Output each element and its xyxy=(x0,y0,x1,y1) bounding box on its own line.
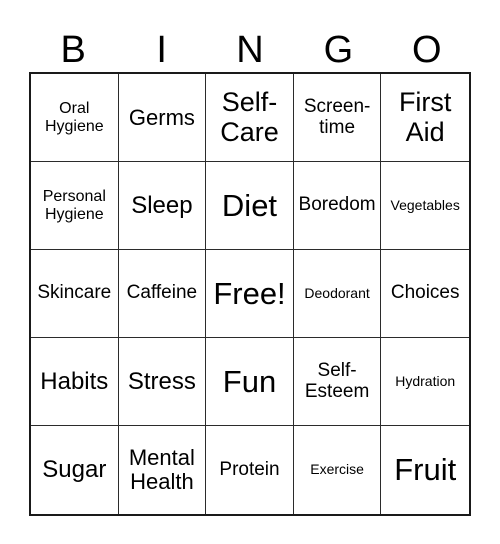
bingo-cell[interactable]: Caffeine xyxy=(118,250,207,338)
bingo-cell-label: Skincare xyxy=(37,282,112,304)
bingo-cell-label: Diet xyxy=(221,187,278,223)
bingo-cell[interactable]: Vegetables xyxy=(381,162,469,250)
bingo-cell[interactable]: Protein xyxy=(206,426,294,514)
bingo-cell-label: Stress xyxy=(127,367,196,395)
bingo-cell[interactable]: Stress xyxy=(118,338,207,426)
bingo-cell-label: Vegetables xyxy=(390,196,460,213)
bingo-cell[interactable]: Fruit xyxy=(381,426,469,514)
bingo-cell-label: Free! xyxy=(213,275,286,311)
bingo-cell-label: Caffeine xyxy=(126,282,198,304)
bingo-cell[interactable]: Oral Hygiene xyxy=(31,74,119,162)
bingo-cell[interactable]: Free! xyxy=(206,250,294,338)
header-letter-b: B xyxy=(60,29,86,71)
bingo-cell-label: First Aid xyxy=(398,87,452,147)
bingo-cell-label: Habits xyxy=(40,367,109,395)
bingo-cell[interactable]: Germs xyxy=(118,74,207,162)
bingo-cell[interactable]: Diet xyxy=(206,162,294,250)
bingo-cell[interactable]: Personal Hygiene xyxy=(31,162,119,250)
bingo-cell-label: Exercise xyxy=(310,461,364,478)
bingo-cell[interactable]: Boredom xyxy=(293,162,382,250)
header-letter-o: O xyxy=(412,29,442,71)
header-letter-g: G xyxy=(323,29,354,71)
header-letter-n: N xyxy=(236,29,264,71)
bingo-cell[interactable]: Self- Esteem xyxy=(293,338,382,426)
bingo-cell-label: Germs xyxy=(128,104,195,130)
bingo-cell[interactable]: Deodorant xyxy=(293,250,382,338)
bingo-cell-label: Screen- time xyxy=(303,95,371,138)
bingo-cell[interactable]: Sugar xyxy=(31,426,119,514)
bingo-cell-label: Personal Hygiene xyxy=(42,188,106,223)
bingo-cell-label: Mental Health xyxy=(128,445,195,494)
bingo-cell-label: Fun xyxy=(222,363,277,399)
bingo-cell-label: Self- Care xyxy=(220,87,279,147)
bingo-cell[interactable]: Self- Care xyxy=(206,74,294,162)
bingo-cell-label: Sleep xyxy=(131,191,193,219)
bingo-cell-label: Protein xyxy=(219,458,280,480)
bingo-cell-label: Fruit xyxy=(394,452,457,488)
bingo-cell-label: Self- Esteem xyxy=(304,359,370,402)
bingo-header: B I N G O xyxy=(29,16,471,72)
bingo-cell[interactable]: Skincare xyxy=(31,250,119,338)
bingo-cell[interactable]: Habits xyxy=(31,338,119,426)
bingo-cell[interactable]: Screen- time xyxy=(293,74,382,162)
header-letter-i: I xyxy=(156,29,167,71)
bingo-cell-label: Hydration xyxy=(395,372,456,389)
bingo-cell[interactable]: Choices xyxy=(381,250,469,338)
bingo-cell[interactable]: Fun xyxy=(206,338,294,426)
bingo-cell[interactable]: Exercise xyxy=(293,426,382,514)
bingo-cell-label: Choices xyxy=(390,282,460,304)
bingo-cell-label: Oral Hygiene xyxy=(44,100,104,135)
bingo-cell[interactable]: Sleep xyxy=(118,162,207,250)
bingo-cell-label: Sugar xyxy=(42,456,107,484)
bingo-cell[interactable]: First Aid xyxy=(381,74,469,162)
bingo-card: B I N G O Oral Hygiene Germs Self- Care Scr… xyxy=(0,0,500,544)
bingo-cell-label: Boredom xyxy=(298,194,376,216)
bingo-grid: Oral Hygiene Germs Self- Care Screen- time F… xyxy=(29,72,471,516)
bingo-cell[interactable]: Mental Health xyxy=(118,426,207,514)
bingo-cell[interactable]: Hydration xyxy=(381,338,469,426)
bingo-cell-label: Deodorant xyxy=(304,284,370,301)
